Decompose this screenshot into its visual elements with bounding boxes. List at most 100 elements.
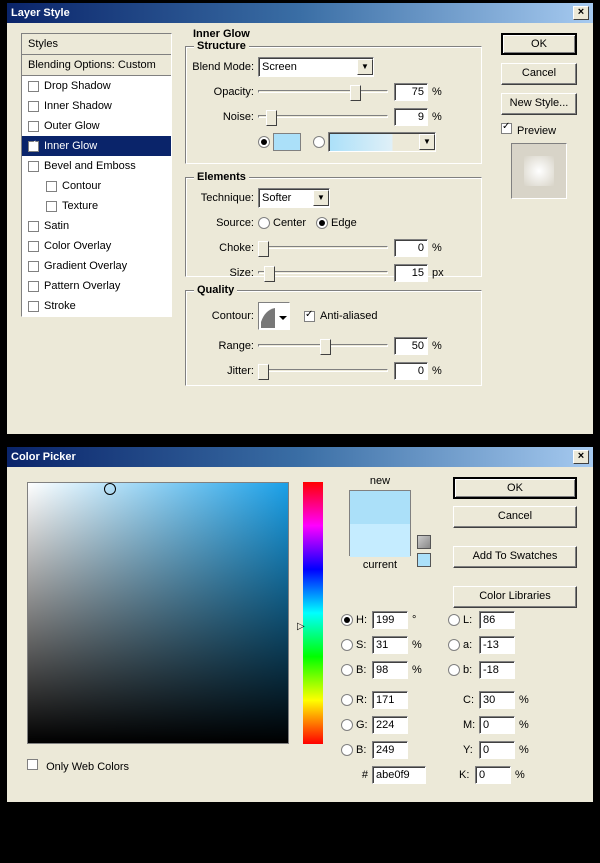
g-input[interactable]: [372, 716, 408, 734]
a-input[interactable]: [479, 636, 515, 654]
titlebar[interactable]: Layer Style ×: [7, 3, 593, 23]
noise-slider[interactable]: [258, 108, 388, 126]
sidebar-item-stroke[interactable]: Stroke: [22, 296, 171, 316]
new-style-button[interactable]: New Style...: [501, 93, 577, 115]
glow-color-swatch[interactable]: [273, 133, 301, 151]
lab-b-radio[interactable]: [448, 664, 460, 676]
checkbox-icon[interactable]: [28, 221, 39, 232]
checkbox-icon[interactable]: [28, 121, 39, 132]
h-input[interactable]: [372, 611, 408, 629]
sidebar-item-inner-glow[interactable]: Inner Glow: [22, 136, 171, 156]
checkbox-icon[interactable]: [28, 81, 39, 92]
s-input[interactable]: [372, 636, 408, 654]
checkbox-icon[interactable]: [46, 201, 57, 212]
choke-slider[interactable]: [258, 239, 388, 257]
h-radio[interactable]: [341, 614, 353, 626]
web-colors-checkbox[interactable]: [27, 759, 38, 770]
size-slider[interactable]: [258, 264, 388, 282]
contour-picker[interactable]: [258, 302, 290, 330]
checkbox-icon[interactable]: [28, 261, 39, 272]
range-input[interactable]: [394, 337, 428, 355]
color-compare[interactable]: [349, 490, 411, 556]
rgb-b-radio[interactable]: [341, 744, 353, 756]
l-input[interactable]: [479, 611, 515, 629]
sidebar-item-texture[interactable]: Texture: [22, 196, 171, 216]
k-input[interactable]: [475, 766, 511, 784]
source-edge-radio[interactable]: [316, 217, 328, 229]
cancel-button[interactable]: Cancel: [501, 63, 577, 85]
color-cursor-icon: [104, 483, 116, 495]
jitter-input[interactable]: [394, 362, 428, 380]
sidebar-blending[interactable]: Blending Options: Custom: [22, 55, 171, 76]
hex-input[interactable]: [372, 766, 426, 784]
source-label: Source:: [186, 217, 258, 229]
close-icon[interactable]: ×: [573, 450, 589, 464]
m-input[interactable]: [479, 716, 515, 734]
ok-button[interactable]: OK: [501, 33, 577, 55]
choke-label: Choke:: [186, 242, 258, 254]
sidebar-header[interactable]: Styles: [22, 34, 171, 55]
b-radio[interactable]: [341, 664, 353, 676]
choke-input[interactable]: [394, 239, 428, 257]
g-radio[interactable]: [341, 719, 353, 731]
color-values: H: ° L: S: % a: B: % b: R: C: % G: M: %: [341, 605, 581, 790]
b-input[interactable]: [372, 661, 408, 679]
jitter-slider[interactable]: [258, 362, 388, 380]
sidebar-item-color-overlay[interactable]: Color Overlay: [22, 236, 171, 256]
hue-thumb-icon: ▷: [297, 621, 305, 632]
c-input[interactable]: [479, 691, 515, 709]
checkbox-icon[interactable]: [28, 301, 39, 312]
opacity-slider[interactable]: [258, 83, 388, 101]
sidebar-item-outer-glow[interactable]: Outer Glow: [22, 116, 171, 136]
button-column: OK Cancel Add To Swatches Color Librarie…: [453, 477, 579, 608]
range-slider[interactable]: [258, 337, 388, 355]
cancel-button[interactable]: Cancel: [453, 506, 577, 528]
chevron-down-icon: ▼: [357, 59, 373, 75]
checkbox-icon[interactable]: [28, 101, 39, 112]
noise-label: Noise:: [186, 111, 258, 123]
r-input[interactable]: [372, 691, 408, 709]
checkbox-icon[interactable]: [28, 281, 39, 292]
glow-color-radio[interactable]: [258, 136, 270, 148]
color-field[interactable]: [27, 482, 289, 744]
lab-b-input[interactable]: [479, 661, 515, 679]
titlebar[interactable]: Color Picker ×: [7, 447, 593, 467]
size-input[interactable]: [394, 264, 428, 282]
sidebar-item-drop-shadow[interactable]: Drop Shadow: [22, 76, 171, 96]
add-swatches-button[interactable]: Add To Swatches: [453, 546, 577, 568]
sidebar-item-inner-shadow[interactable]: Inner Shadow: [22, 96, 171, 116]
checkbox-icon[interactable]: [28, 141, 39, 152]
a-radio[interactable]: [448, 639, 460, 651]
sidebar-item-pattern-overlay[interactable]: Pattern Overlay: [22, 276, 171, 296]
chevron-down-icon: ▼: [419, 134, 435, 150]
chevron-down-icon: ▼: [313, 190, 329, 206]
cube-icon[interactable]: [417, 535, 431, 549]
websafe-swatch-icon[interactable]: [417, 553, 431, 567]
glow-gradient-radio[interactable]: [313, 136, 325, 148]
rgb-b-input[interactable]: [372, 741, 408, 759]
opacity-input[interactable]: [394, 83, 428, 101]
hue-slider[interactable]: [303, 482, 323, 744]
y-input[interactable]: [479, 741, 515, 759]
ok-button[interactable]: OK: [453, 477, 577, 499]
preview-checkbox[interactable]: [501, 123, 512, 134]
checkbox-icon[interactable]: [28, 161, 39, 172]
s-radio[interactable]: [341, 639, 353, 651]
technique-select[interactable]: Softer▼: [258, 188, 330, 208]
l-radio[interactable]: [448, 614, 460, 626]
close-icon[interactable]: ×: [573, 6, 589, 20]
noise-input[interactable]: [394, 108, 428, 126]
sidebar-item-satin[interactable]: Satin: [22, 216, 171, 236]
size-label: Size:: [186, 267, 258, 279]
sidebar-item-contour[interactable]: Contour: [22, 176, 171, 196]
glow-gradient-select[interactable]: ▼: [328, 132, 436, 152]
new-label: new: [352, 475, 408, 487]
checkbox-icon[interactable]: [28, 241, 39, 252]
source-center-radio[interactable]: [258, 217, 270, 229]
sidebar-item-bevel[interactable]: Bevel and Emboss: [22, 156, 171, 176]
anti-aliased-checkbox[interactable]: [304, 311, 315, 322]
r-radio[interactable]: [341, 694, 353, 706]
blend-mode-select[interactable]: Screen▼: [258, 57, 374, 77]
sidebar-item-gradient-overlay[interactable]: Gradient Overlay: [22, 256, 171, 276]
checkbox-icon[interactable]: [46, 181, 57, 192]
